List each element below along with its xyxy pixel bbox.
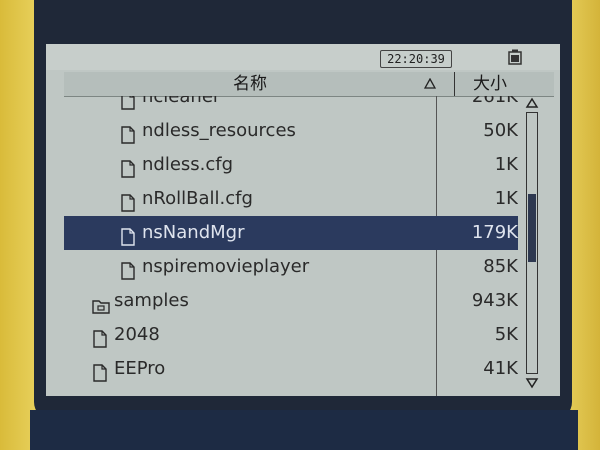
scrollbar[interactable] bbox=[522, 96, 542, 392]
file-row[interactable]: EEPro 41K bbox=[64, 352, 518, 386]
file-row[interactable]: ndless.cfg 1K bbox=[64, 148, 518, 182]
folder-icon bbox=[92, 292, 110, 314]
document-icon bbox=[120, 156, 136, 178]
calculator-body: 22:20:39 名称 大小 ncleaner 261K ndless_resour… bbox=[0, 0, 600, 450]
column-header-name[interactable]: 名称 bbox=[64, 72, 436, 96]
file-name: samples bbox=[114, 290, 189, 311]
calculator-screen: 22:20:39 名称 大小 ncleaner 261K ndless_resour… bbox=[46, 44, 560, 396]
file-row[interactable]: 2048 5K bbox=[64, 318, 518, 352]
file-size: 179K bbox=[471, 222, 518, 243]
file-name: 2048 bbox=[114, 324, 160, 345]
file-size: 85K bbox=[483, 256, 518, 277]
scroll-track[interactable] bbox=[526, 112, 538, 374]
file-name: EEPro bbox=[114, 358, 166, 379]
file-row[interactable]: nRollBall.cfg 1K bbox=[64, 182, 518, 216]
file-row[interactable]: ncleaner 261K bbox=[64, 96, 518, 114]
clock-display: 22:20:39 bbox=[380, 50, 452, 68]
file-name: ncleaner bbox=[142, 96, 221, 107]
file-row[interactable]: ndless_resources 50K bbox=[64, 114, 518, 148]
file-name: nsNandMgr bbox=[142, 222, 245, 243]
scroll-down-arrow-icon[interactable] bbox=[524, 376, 540, 390]
file-size: 50K bbox=[483, 120, 518, 141]
file-size: 5K bbox=[494, 324, 518, 345]
document-icon bbox=[120, 190, 136, 212]
document-icon bbox=[92, 326, 108, 348]
file-row[interactable]: nsNandMgr 179K bbox=[64, 216, 518, 250]
file-name: nRollBall.cfg bbox=[142, 188, 253, 209]
file-size: 1K bbox=[494, 154, 518, 175]
scroll-thumb[interactable] bbox=[528, 194, 536, 262]
sort-ascending-icon[interactable] bbox=[424, 78, 436, 90]
scroll-up-arrow-icon[interactable] bbox=[524, 96, 540, 110]
file-row[interactable]: nspiremovieplayer 85K bbox=[64, 250, 518, 284]
file-size: 1K bbox=[494, 188, 518, 209]
file-name: ndless_resources bbox=[142, 120, 296, 141]
column-header-size[interactable]: 大小 bbox=[456, 72, 524, 96]
file-size: 943K bbox=[471, 290, 518, 311]
document-icon bbox=[120, 96, 136, 110]
file-size: 261K bbox=[471, 96, 518, 107]
document-icon bbox=[92, 360, 108, 382]
battery-icon bbox=[508, 49, 522, 65]
header-divider bbox=[454, 72, 455, 96]
document-icon bbox=[120, 258, 136, 280]
file-name: ndless.cfg bbox=[142, 154, 234, 175]
file-name: nspiremovieplayer bbox=[142, 256, 310, 277]
file-list: ncleaner 261K ndless_resources 50K ndless.cf… bbox=[64, 96, 518, 396]
folder-row[interactable]: samples 943K bbox=[64, 284, 518, 318]
document-icon bbox=[120, 122, 136, 144]
file-size: 41K bbox=[483, 358, 518, 379]
status-bar: 22:20:39 bbox=[46, 44, 560, 70]
bezel-bottom bbox=[30, 410, 578, 450]
list-header: 名称 大小 bbox=[64, 72, 554, 97]
document-icon bbox=[120, 224, 136, 246]
